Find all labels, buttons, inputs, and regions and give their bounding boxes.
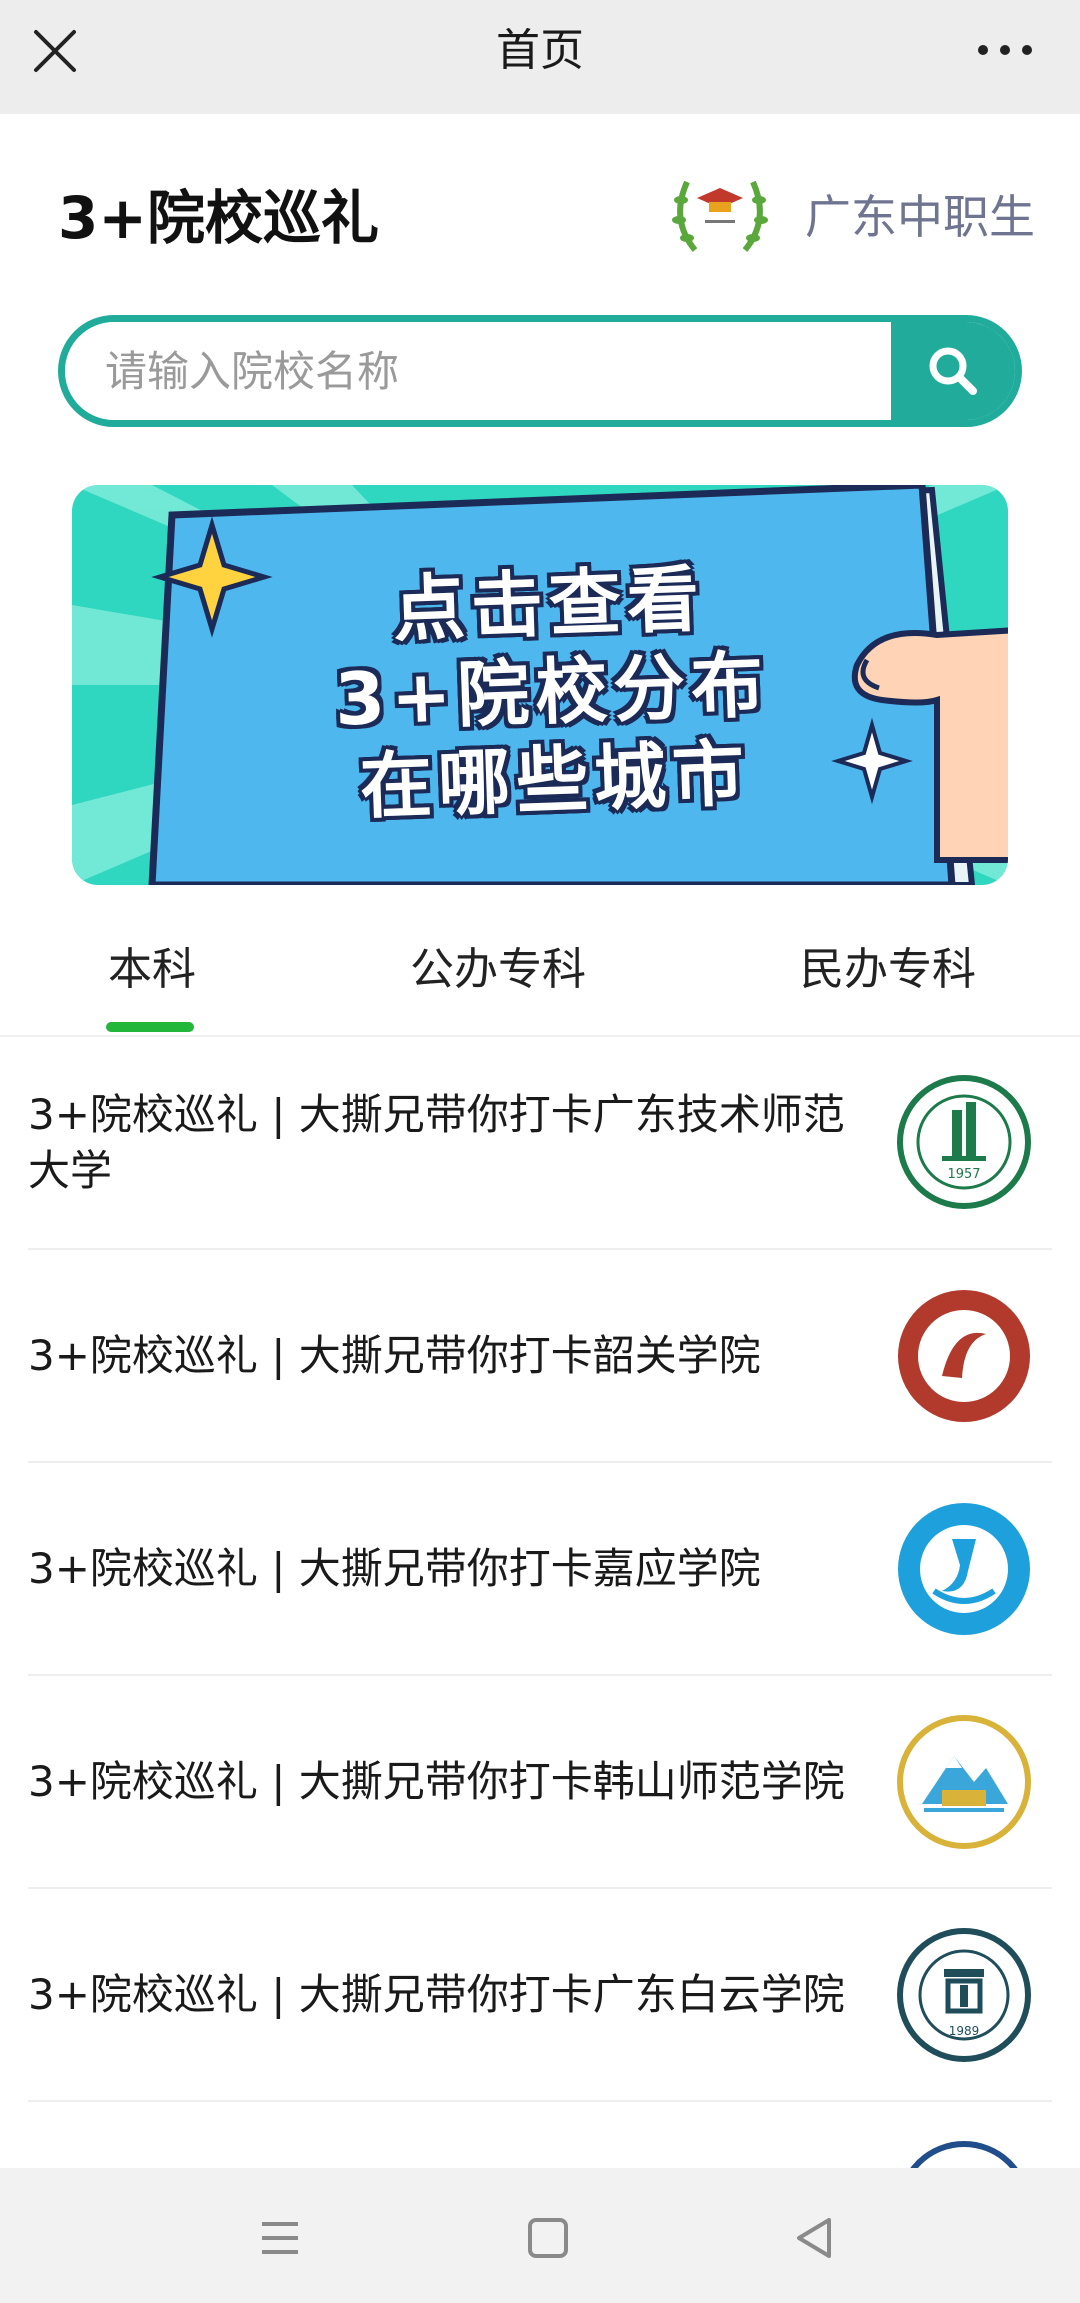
search-icon bbox=[929, 347, 977, 395]
search-bar bbox=[58, 315, 1022, 427]
map-banner[interactable]: 点击查看 3+院校分布 在哪些城市 bbox=[72, 485, 1008, 885]
tab-undergraduate[interactable]: 本科 bbox=[108, 940, 196, 1000]
jiaying-university-logo bbox=[898, 1503, 1030, 1635]
category-tabs: 本科 公办专科 民办专科 bbox=[0, 900, 1080, 1037]
search-button[interactable] bbox=[891, 322, 1015, 420]
menu-icon[interactable] bbox=[250, 2208, 310, 2268]
article-title: 3+院校巡礼 | 大撕兄带你打卡韶关学院 bbox=[28, 1331, 761, 1380]
brand-name[interactable]: 广东中职生 bbox=[805, 182, 1035, 252]
system-nav-bar bbox=[0, 2168, 1080, 2303]
list-item[interactable]: 3+院校巡礼 | 大撕兄带你打卡韶关学院 1958 bbox=[28, 1250, 1052, 1463]
home-icon[interactable] bbox=[518, 2208, 578, 2268]
search-input[interactable] bbox=[65, 322, 895, 420]
partial-school-logo bbox=[907, 2141, 1021, 2172]
brand-laurel-logo bbox=[672, 180, 768, 252]
section-title: 3+院校巡礼 bbox=[58, 184, 379, 252]
tab-public-college[interactable]: 公办专科 bbox=[410, 940, 586, 1000]
list-item[interactable]: 3+院校巡礼 | 大撕兄带你打卡嘉应学院 bbox=[28, 1463, 1052, 1676]
more-icon[interactable] bbox=[975, 26, 1035, 76]
article-title: 3+院校巡礼 | 大撕兄带你打卡广东技术师范大学 bbox=[28, 1090, 845, 1195]
article-title: 3+院校巡礼 | 大撕兄带你打卡广东白云学院 bbox=[28, 1970, 845, 2019]
list-item[interactable] bbox=[28, 2102, 1052, 2172]
tab-private-college[interactable]: 民办专科 bbox=[800, 940, 976, 1000]
top-bar: 首页 bbox=[0, 0, 1080, 114]
article-title: 3+院校巡礼 | 大撕兄带你打卡嘉应学院 bbox=[28, 1544, 761, 1593]
svg-text:1957: 1957 bbox=[947, 1167, 980, 1182]
shaoguan-university-logo: 1958 bbox=[898, 1290, 1030, 1422]
page-title: 首页 bbox=[496, 25, 584, 76]
list-item[interactable]: 3+院校巡礼 | 大撕兄带你打卡广东技术师范大学 1957 bbox=[28, 1037, 1052, 1250]
gdpnu-logo: 1957 bbox=[897, 1075, 1031, 1209]
list-item[interactable]: 3+院校巡礼 | 大撕兄带你打卡韩山师范学院 bbox=[28, 1676, 1052, 1889]
baiyun-university-logo: 1989 bbox=[897, 1928, 1031, 2062]
back-icon[interactable] bbox=[785, 2208, 845, 2268]
svg-text:1958: 1958 bbox=[949, 1383, 980, 1397]
svg-text:1989: 1989 bbox=[949, 2024, 980, 2038]
hanshan-normal-logo bbox=[897, 1715, 1031, 1849]
list-item[interactable]: 3+院校巡礼 | 大撕兄带你打卡广东白云学院 1989 bbox=[28, 1889, 1052, 2102]
article-title: 3+院校巡礼 | 大撕兄带你打卡韩山师范学院 bbox=[28, 1757, 845, 1806]
banner-text: 点击查看 3+院校分布 在哪些城市 bbox=[268, 550, 837, 833]
active-tab-indicator bbox=[106, 1022, 194, 1032]
